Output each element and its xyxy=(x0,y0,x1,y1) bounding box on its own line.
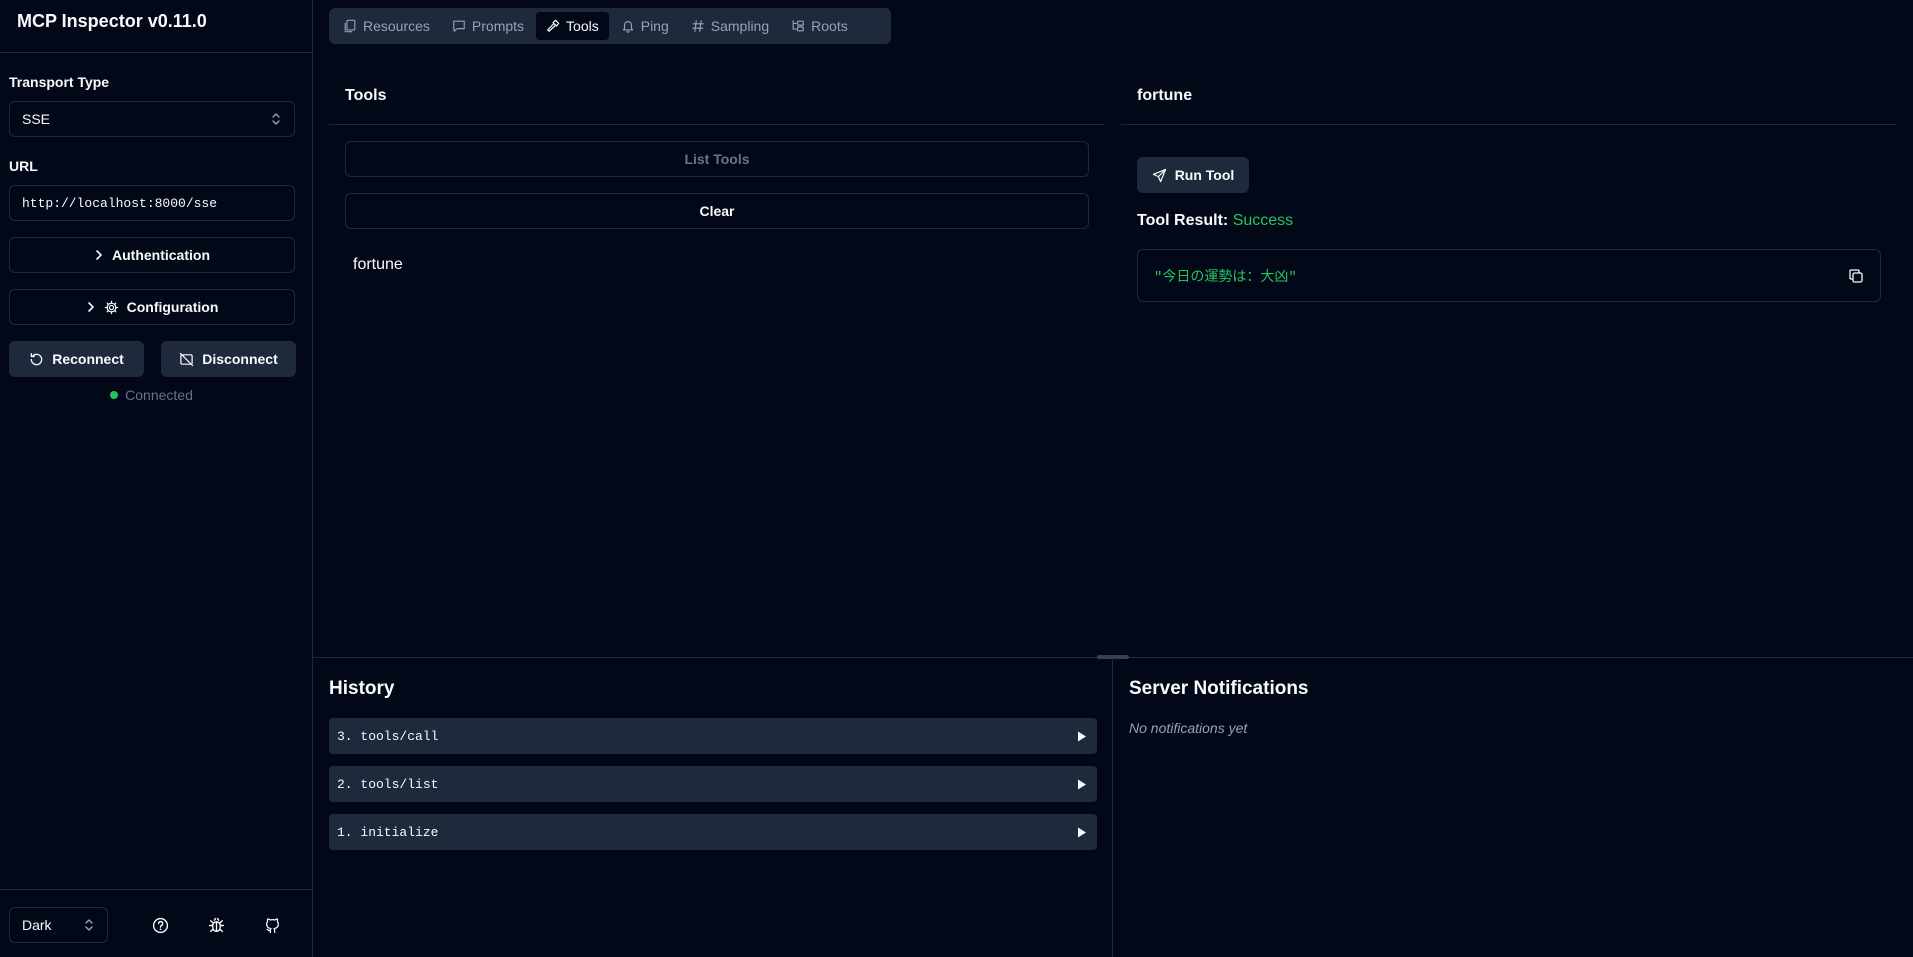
sidebar-header: MCP Inspector v0.11.0 xyxy=(0,0,312,53)
tab-ping[interactable]: Ping xyxy=(611,12,679,40)
bottom-divider xyxy=(1112,658,1113,957)
tool-result-heading: Tool Result: Success xyxy=(1137,212,1293,230)
url-input[interactable]: http://localhost:8000/sse xyxy=(9,185,295,221)
tab-bar: Resources Prompts Tools Ping Sampling Ro… xyxy=(329,8,891,44)
resize-handle[interactable] xyxy=(1097,655,1129,659)
unplug-icon xyxy=(179,352,194,367)
reconnect-label: Reconnect xyxy=(52,351,124,367)
history-item[interactable]: 1. initialize xyxy=(329,814,1097,850)
transport-type-select[interactable]: SSE xyxy=(9,101,295,137)
play-icon xyxy=(1077,731,1087,742)
history-item-label: 1. initialize xyxy=(337,824,439,840)
files-icon xyxy=(343,19,357,33)
theme-value: Dark xyxy=(22,917,52,933)
tab-label: Roots xyxy=(811,18,848,34)
app-title: MCP Inspector v0.11.0 xyxy=(17,10,207,31)
tab-resources[interactable]: Resources xyxy=(333,12,440,40)
history-title: History xyxy=(329,678,395,699)
disconnect-label: Disconnect xyxy=(202,351,278,367)
tool-result-box: "今日の運勢は：大凶" xyxy=(1137,249,1881,302)
rotate-ccw-icon xyxy=(29,352,44,367)
history-item[interactable]: 3. tools/call xyxy=(329,718,1097,754)
tool-result-label: Tool Result: xyxy=(1137,212,1229,229)
bell-icon xyxy=(621,19,635,33)
configuration-label: Configuration xyxy=(126,299,219,315)
status-dot-icon xyxy=(110,391,119,399)
no-notifications-text: No notifications yet xyxy=(1129,720,1248,736)
send-icon xyxy=(1152,168,1167,183)
chevron-right-icon xyxy=(94,249,104,261)
theme-select[interactable]: Dark xyxy=(9,907,108,943)
chevrons-up-down-icon xyxy=(270,112,282,126)
connection-status: Connected xyxy=(0,387,303,403)
play-icon xyxy=(1077,827,1087,838)
tab-roots[interactable]: Roots xyxy=(781,12,858,40)
tools-panel-title: Tools xyxy=(345,87,387,104)
run-tool-button[interactable]: Run Tool xyxy=(1137,157,1249,193)
bug-icon[interactable] xyxy=(205,914,227,936)
hammer-icon xyxy=(546,19,560,33)
status-text: Connected xyxy=(125,387,193,403)
history-item[interactable]: 2. tools/list xyxy=(329,766,1097,802)
reconnect-button[interactable]: Reconnect xyxy=(9,341,144,377)
tab-tools[interactable]: Tools xyxy=(536,12,609,40)
transport-type-value: SSE xyxy=(22,111,51,127)
chevrons-up-down-icon xyxy=(83,918,95,932)
tool-result-status: Success xyxy=(1232,212,1294,229)
url-label: URL xyxy=(9,158,38,174)
copy-icon[interactable] xyxy=(1848,268,1864,284)
github-icon[interactable] xyxy=(261,914,283,936)
message-icon xyxy=(452,19,466,33)
configuration-button[interactable]: Configuration xyxy=(9,289,295,325)
tab-label: Resources xyxy=(363,18,430,34)
hash-icon xyxy=(691,19,705,33)
sidebar: MCP Inspector v0.11.0 Transport Type SSE… xyxy=(0,0,313,957)
divider xyxy=(1121,124,1897,125)
history-item-label: 3. tools/call xyxy=(337,728,439,744)
tool-result-text: "今日の運勢は：大凶" xyxy=(1154,269,1297,286)
tab-label: Prompts xyxy=(471,18,525,34)
tool-list-item[interactable]: fortune xyxy=(353,256,403,274)
tool-detail-title: fortune xyxy=(1137,87,1193,104)
tab-sampling[interactable]: Sampling xyxy=(681,12,779,40)
tab-label: Ping xyxy=(640,18,669,34)
transport-type-label: Transport Type xyxy=(9,74,110,90)
play-icon xyxy=(1077,779,1087,790)
history-item-label: 2. tools/list xyxy=(337,776,439,792)
folder-tree-icon xyxy=(791,19,805,33)
authentication-button[interactable]: Authentication xyxy=(9,237,295,273)
help-icon[interactable] xyxy=(149,914,171,936)
server-notifications-title: Server Notifications xyxy=(1129,678,1309,699)
authentication-label: Authentication xyxy=(112,247,210,263)
disconnect-button[interactable]: Disconnect xyxy=(161,341,296,377)
tab-label: Sampling xyxy=(710,18,770,34)
divider xyxy=(329,124,1105,125)
chevron-right-icon xyxy=(86,301,96,313)
sidebar-footer: Dark xyxy=(0,889,312,957)
tab-label: Tools xyxy=(566,18,599,34)
tab-prompts[interactable]: Prompts xyxy=(442,12,534,40)
gear-icon xyxy=(104,300,119,315)
clear-button[interactable]: Clear xyxy=(345,193,1089,229)
run-tool-label: Run Tool xyxy=(1174,167,1235,183)
list-tools-button[interactable]: List Tools xyxy=(345,141,1089,177)
